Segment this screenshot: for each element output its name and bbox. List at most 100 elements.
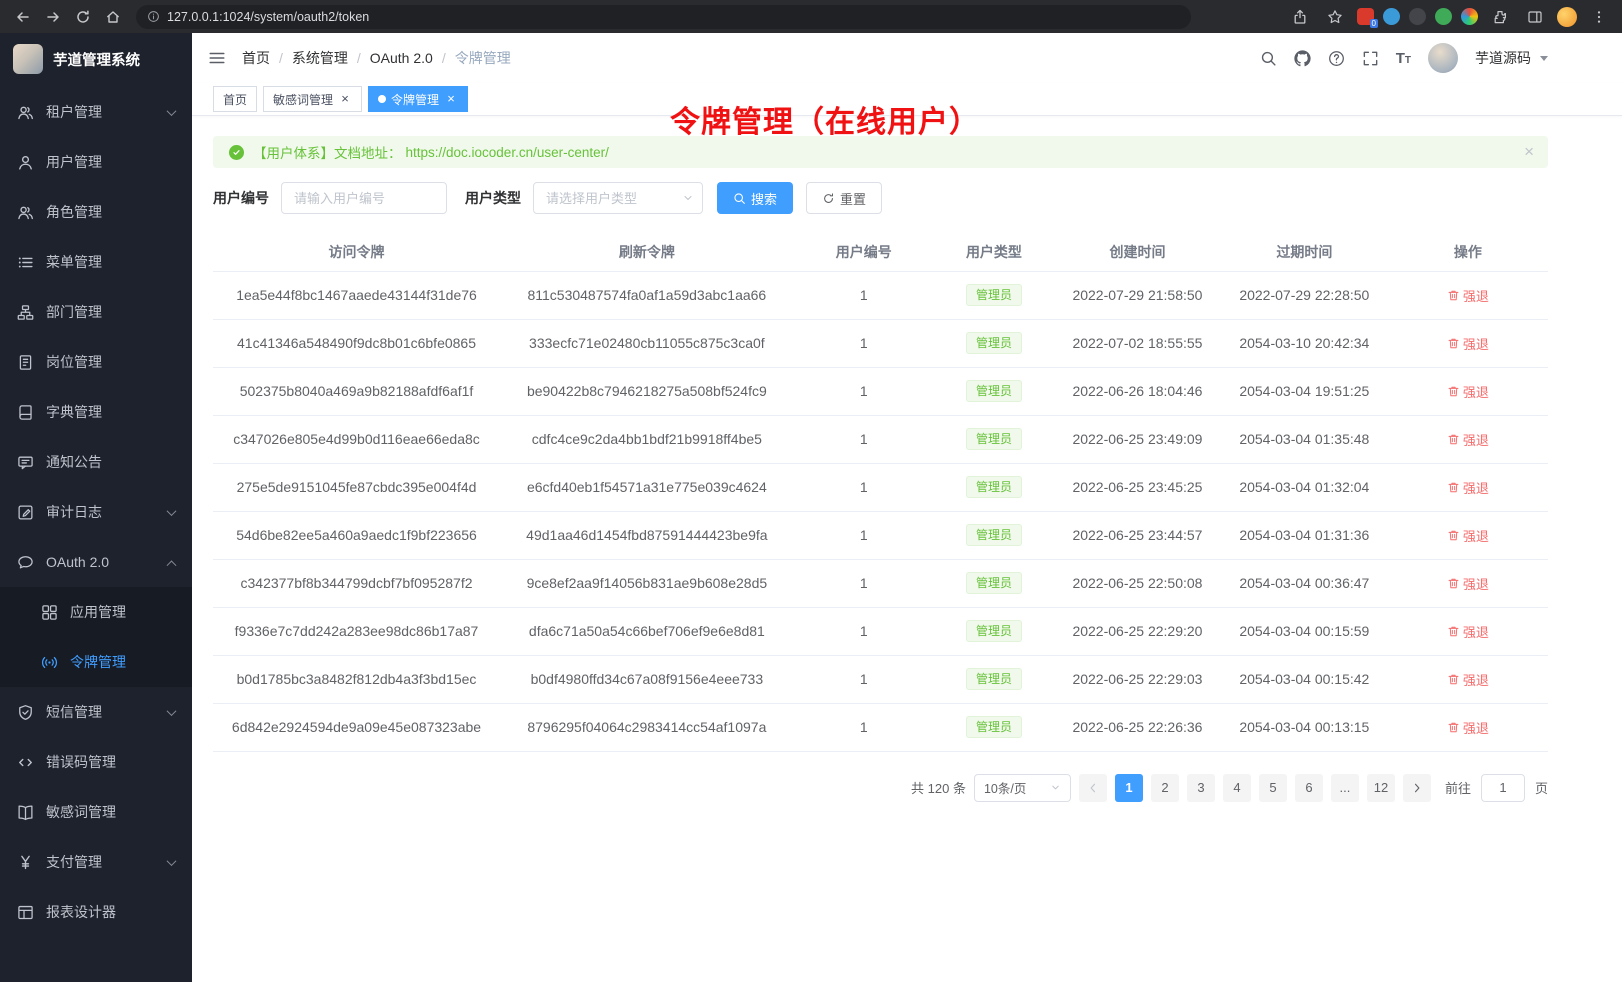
browser-chrome: 127.0.0.1:1024/system/oauth2/token 0 bbox=[0, 0, 1622, 33]
force-logout-button[interactable]: 强退 bbox=[1447, 430, 1489, 449]
sidebar-item-dict[interactable]: 字典管理 bbox=[0, 387, 192, 437]
force-logout-button[interactable]: 强退 bbox=[1447, 718, 1489, 737]
yen-icon bbox=[17, 854, 34, 871]
extension-icon[interactable] bbox=[1409, 8, 1426, 25]
github-icon[interactable] bbox=[1294, 50, 1311, 67]
page-button-4[interactable]: 4 bbox=[1223, 774, 1251, 802]
cell-user-id: 1 bbox=[794, 607, 934, 655]
page-button-12[interactable]: 12 bbox=[1367, 774, 1395, 802]
chevron-down-icon[interactable] bbox=[1540, 56, 1548, 61]
doc-link[interactable]: https://doc.iocoder.cn/user-center/ bbox=[406, 145, 609, 160]
sidebar-item-notice[interactable]: 通知公告 bbox=[0, 437, 192, 487]
code-icon bbox=[17, 754, 34, 771]
sidebar-item-label: OAuth 2.0 bbox=[46, 554, 109, 570]
close-tab-icon[interactable]: × bbox=[338, 92, 352, 106]
user-name[interactable]: 芋道源码 bbox=[1475, 48, 1531, 68]
cell-user-id: 1 bbox=[794, 703, 934, 751]
force-logout-button[interactable]: 强退 bbox=[1447, 334, 1489, 353]
close-tab-icon[interactable]: × bbox=[444, 92, 458, 106]
browser-profile-avatar[interactable] bbox=[1557, 7, 1577, 27]
extension-icon[interactable] bbox=[1461, 8, 1478, 25]
sidebar-item-dept[interactable]: 部门管理 bbox=[0, 287, 192, 337]
search-button[interactable]: 搜索 bbox=[717, 182, 793, 214]
force-logout-button[interactable]: 强退 bbox=[1447, 670, 1489, 689]
force-logout-button[interactable]: 强退 bbox=[1447, 286, 1489, 305]
page-ellipsis[interactable]: ... bbox=[1331, 774, 1359, 802]
sidebar-item-menu[interactable]: 菜单管理 bbox=[0, 237, 192, 287]
breadcrumb-separator: / bbox=[279, 50, 283, 66]
address-bar[interactable]: 127.0.0.1:1024/system/oauth2/token bbox=[136, 5, 1191, 29]
browser-home-icon[interactable] bbox=[100, 4, 126, 30]
breadcrumb-item[interactable]: 系统管理 bbox=[292, 48, 348, 68]
sidebar-item-audit-log[interactable]: 审计日志 bbox=[0, 487, 192, 537]
sidebar-item-role[interactable]: 角色管理 bbox=[0, 187, 192, 237]
browser-reload-icon[interactable] bbox=[70, 4, 96, 30]
help-icon[interactable] bbox=[1328, 50, 1345, 67]
user-id-input[interactable] bbox=[281, 182, 447, 214]
sidebar-item-sms[interactable]: 短信管理 bbox=[0, 687, 192, 737]
force-logout-button[interactable]: 强退 bbox=[1447, 526, 1489, 545]
cell-actions: 强退 bbox=[1388, 559, 1548, 607]
sidebar-item-user[interactable]: 用户管理 bbox=[0, 137, 192, 187]
extensions-puzzle-icon[interactable] bbox=[1487, 4, 1513, 30]
browser-back-icon[interactable] bbox=[10, 4, 36, 30]
force-logout-button[interactable]: 强退 bbox=[1447, 574, 1489, 593]
sidebar-item-oauth2-app[interactable]: 应用管理 bbox=[0, 587, 192, 637]
sidebar-item-error-code[interactable]: 错误码管理 bbox=[0, 737, 192, 787]
next-page-button[interactable] bbox=[1403, 774, 1431, 802]
page-size-select[interactable]: 10条/页 bbox=[974, 774, 1071, 802]
page-button-5[interactable]: 5 bbox=[1259, 774, 1287, 802]
cell-user-type: 管理员 bbox=[934, 655, 1054, 703]
sidebar-item-oauth2[interactable]: OAuth 2.0 bbox=[0, 537, 192, 587]
bookmark-star-icon[interactable] bbox=[1322, 4, 1348, 30]
extension-icon[interactable] bbox=[1383, 8, 1400, 25]
cell-refresh-token: 9ce8ef2aa9f14056b831ae9b608e28d5 bbox=[500, 559, 794, 607]
tab-home[interactable]: 首页 bbox=[213, 86, 257, 112]
prev-page-button[interactable] bbox=[1079, 774, 1107, 802]
reset-button[interactable]: 重置 bbox=[806, 182, 882, 214]
share-icon[interactable] bbox=[1287, 4, 1313, 30]
alert-close-icon[interactable]: × bbox=[1524, 142, 1534, 162]
sidebar-item-pay[interactable]: 支付管理 bbox=[0, 837, 192, 887]
page-buttons: 123456...12 bbox=[1115, 774, 1395, 802]
sidebar-item-tenant[interactable]: 租户管理 bbox=[0, 87, 192, 137]
site-info-icon[interactable] bbox=[147, 10, 160, 23]
fullscreen-icon[interactable] bbox=[1362, 50, 1379, 67]
extension-icon[interactable] bbox=[1435, 8, 1452, 25]
column-header: 访问令牌 bbox=[213, 234, 500, 271]
goto-page-input[interactable] bbox=[1481, 774, 1525, 802]
browser-forward-icon[interactable] bbox=[40, 4, 66, 30]
page-button-1[interactable]: 1 bbox=[1115, 774, 1143, 802]
app-logo-row[interactable]: 芋道管理系统 bbox=[0, 33, 192, 85]
trash-icon bbox=[1447, 289, 1460, 302]
force-logout-button[interactable]: 强退 bbox=[1447, 382, 1489, 401]
sidebar-item-report-designer[interactable]: 报表设计器 bbox=[0, 887, 192, 937]
sidebar-item-post[interactable]: 岗位管理 bbox=[0, 337, 192, 387]
tab-sensitive-word[interactable]: 敏感词管理× bbox=[263, 86, 362, 112]
page-button-2[interactable]: 2 bbox=[1151, 774, 1179, 802]
active-tab-dot bbox=[378, 95, 386, 103]
user-avatar[interactable] bbox=[1428, 43, 1458, 73]
sidebar-item-oauth2-token[interactable]: 令牌管理 bbox=[0, 637, 192, 687]
breadcrumb-item[interactable]: OAuth 2.0 bbox=[370, 50, 433, 66]
user-type-select[interactable] bbox=[533, 182, 703, 214]
search-icon[interactable] bbox=[1260, 50, 1277, 67]
cell-expire-time: 2054-03-04 01:32:04 bbox=[1221, 463, 1388, 511]
extension-icon[interactable]: 0 bbox=[1357, 8, 1374, 25]
side-panel-icon[interactable] bbox=[1522, 4, 1548, 30]
page-button-6[interactable]: 6 bbox=[1295, 774, 1323, 802]
chevron-down-icon bbox=[167, 506, 177, 516]
browser-menu-icon[interactable] bbox=[1586, 4, 1612, 30]
force-logout-button[interactable]: 强退 bbox=[1447, 622, 1489, 641]
cell-expire-time: 2054-03-04 00:36:47 bbox=[1221, 559, 1388, 607]
sidebar-item-sensitive-word[interactable]: 敏感词管理 bbox=[0, 787, 192, 837]
page-button-3[interactable]: 3 bbox=[1187, 774, 1215, 802]
font-size-icon[interactable]: TT bbox=[1396, 51, 1411, 66]
breadcrumb-separator: / bbox=[357, 50, 361, 66]
collapse-sidebar-icon[interactable] bbox=[208, 49, 226, 67]
user-type-badge: 管理员 bbox=[966, 284, 1022, 306]
force-logout-button[interactable]: 强退 bbox=[1447, 478, 1489, 497]
breadcrumb-item[interactable]: 首页 bbox=[242, 48, 270, 68]
cell-expire-time: 2054-03-04 01:35:48 bbox=[1221, 415, 1388, 463]
tab-token[interactable]: 令牌管理× bbox=[368, 86, 468, 112]
